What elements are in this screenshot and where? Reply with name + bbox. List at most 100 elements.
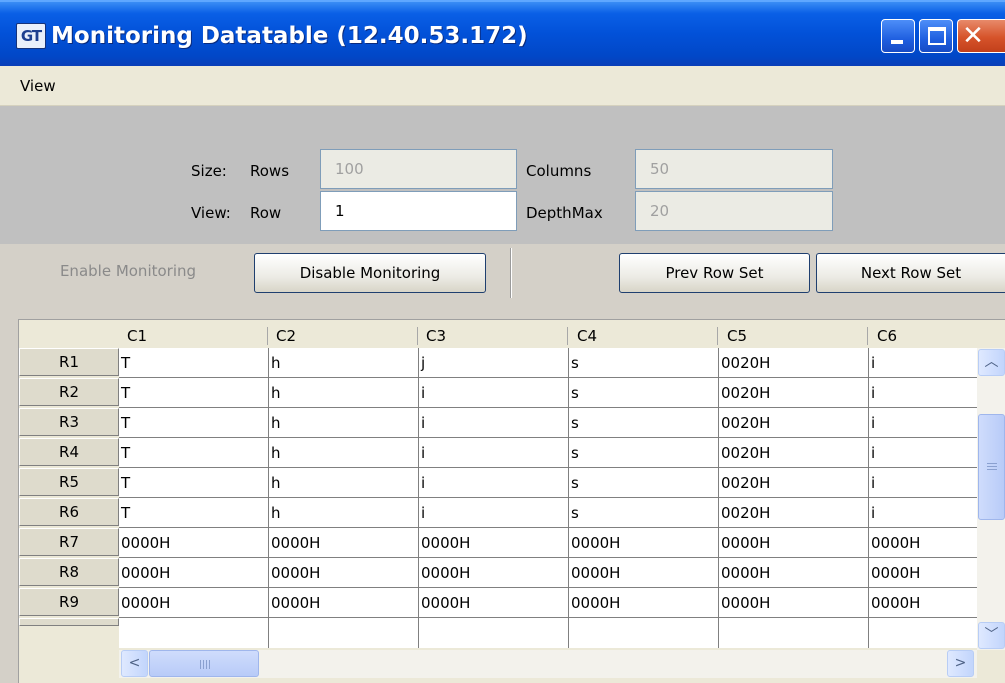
table-cell[interactable]: i [869,348,977,378]
row-header[interactable]: R6 [19,498,119,526]
table-cell[interactable]: s [569,498,719,528]
table-cell[interactable]: i [869,378,977,408]
vertical-scrollbar[interactable]: ︿ ﹀ [977,348,1005,650]
table-cell[interactable]: h [269,408,419,438]
table-grid: T h j s 0020H i T h i s 0020H i T h i s … [119,348,977,648]
row-header[interactable]: R3 [19,408,119,436]
table-cell[interactable]: 0000H [419,588,569,618]
table-cell[interactable]: h [269,498,419,528]
table-cell[interactable]: i [869,438,977,468]
table-cell[interactable]: 0020H [719,348,869,378]
depthmax-field[interactable]: 20 [635,191,833,231]
column-header[interactable]: C6 [877,324,897,348]
table-cell[interactable]: 0020H [719,498,869,528]
column-divider[interactable] [417,327,418,345]
table-cell[interactable]: 0000H [869,588,977,618]
table-cell[interactable]: i [419,438,569,468]
row-header[interactable]: R9 [19,588,119,616]
row-header[interactable]: R1 [19,348,119,376]
table-cell[interactable]: 0000H [569,588,719,618]
maximize-icon [928,27,946,45]
table-cell[interactable]: 0000H [269,528,419,558]
table-cell[interactable]: 0000H [119,558,269,588]
maximize-button[interactable] [919,19,953,53]
table-cell[interactable]: T [119,408,269,438]
column-divider[interactable] [717,327,718,345]
table-cell[interactable]: s [569,438,719,468]
table-cell[interactable]: i [419,378,569,408]
table-cell[interactable]: 0020H [719,468,869,498]
minimize-button[interactable] [881,19,915,53]
table-cell[interactable]: T [119,348,269,378]
columns-field[interactable]: 50 [635,149,833,189]
table-cell[interactable]: 0000H [719,588,869,618]
scroll-right-arrow-icon[interactable]: > [947,650,974,677]
table-cell[interactable]: 0000H [569,558,719,588]
table-cell[interactable]: 0000H [119,528,269,558]
table-cell[interactable]: 0000H [869,528,977,558]
table-cell[interactable]: 0000H [119,588,269,618]
table-cell[interactable]: T [119,468,269,498]
table-cell[interactable]: 0000H [269,558,419,588]
table-cell[interactable]: h [269,348,419,378]
column-divider[interactable] [267,327,268,345]
table-cell[interactable]: T [119,378,269,408]
menu-view[interactable]: View [20,77,56,95]
table-cell[interactable]: T [119,438,269,468]
table-cell[interactable]: 0000H [719,528,869,558]
config-panel: Size: Rows 100 Columns 50 View: Row 1 De… [0,106,1005,244]
row-header[interactable]: R5 [19,468,119,496]
disable-monitoring-button[interactable]: Disable Monitoring [254,253,486,293]
table-cell[interactable]: i [869,498,977,528]
row-header[interactable]: R4 [19,438,119,466]
table-cell[interactable]: h [269,468,419,498]
vertical-scroll-thumb[interactable] [978,414,1005,520]
rows-label: Rows [250,162,290,180]
table-cell[interactable]: j [419,348,569,378]
column-header[interactable]: C2 [276,324,296,348]
table-cell[interactable]: 0000H [869,558,977,588]
table-cell[interactable]: i [419,498,569,528]
rows-field[interactable]: 100 [320,149,517,189]
row-header[interactable]: R7 [19,528,119,556]
table-cell[interactable]: h [269,438,419,468]
close-button[interactable]: ✕ [957,19,1005,53]
column-divider[interactable] [567,327,568,345]
enable-monitoring-button[interactable]: Enable Monitoring [14,252,242,292]
column-header[interactable]: C1 [127,324,147,348]
horizontal-scrollbar[interactable]: < > [119,650,977,678]
scroll-up-arrow-icon[interactable]: ︿ [978,349,1005,376]
horizontal-scroll-thumb[interactable] [149,650,259,677]
table-cell[interactable]: 0000H [269,588,419,618]
row-header[interactable]: R2 [19,378,119,406]
table-cell[interactable]: i [869,468,977,498]
table-cell[interactable]: i [419,468,569,498]
column-header[interactable]: C3 [426,324,446,348]
table-cell[interactable]: s [569,378,719,408]
column-divider[interactable] [867,327,868,345]
title-bar[interactable]: GT Monitoring Datatable (12.40.53.172) ✕ [0,0,1005,66]
table-cell[interactable]: 0000H [419,528,569,558]
table-cell[interactable]: i [869,408,977,438]
row-header-partial [19,618,119,626]
scroll-left-arrow-icon[interactable]: < [121,650,148,677]
scroll-down-arrow-icon[interactable]: ﹀ [978,622,1005,649]
table-cell[interactable]: 0000H [419,558,569,588]
table-cell[interactable]: 0020H [719,438,869,468]
view-row-input[interactable]: 1 [320,191,517,231]
table-cell[interactable]: s [569,468,719,498]
table-cell[interactable]: 0020H [719,378,869,408]
table-cell[interactable]: 0000H [719,558,869,588]
row-header[interactable]: R8 [19,558,119,586]
table-cell[interactable]: s [569,348,719,378]
next-row-set-button[interactable]: Next Row Set [816,253,1005,293]
prev-row-set-button[interactable]: Prev Row Set [619,253,810,293]
table-cell[interactable]: 0000H [569,528,719,558]
table-cell[interactable]: T [119,498,269,528]
table-cell[interactable]: h [269,378,419,408]
table-cell[interactable]: 0020H [719,408,869,438]
table-cell[interactable]: s [569,408,719,438]
column-header[interactable]: C4 [577,324,597,348]
table-cell[interactable]: i [419,408,569,438]
column-header[interactable]: C5 [727,324,747,348]
